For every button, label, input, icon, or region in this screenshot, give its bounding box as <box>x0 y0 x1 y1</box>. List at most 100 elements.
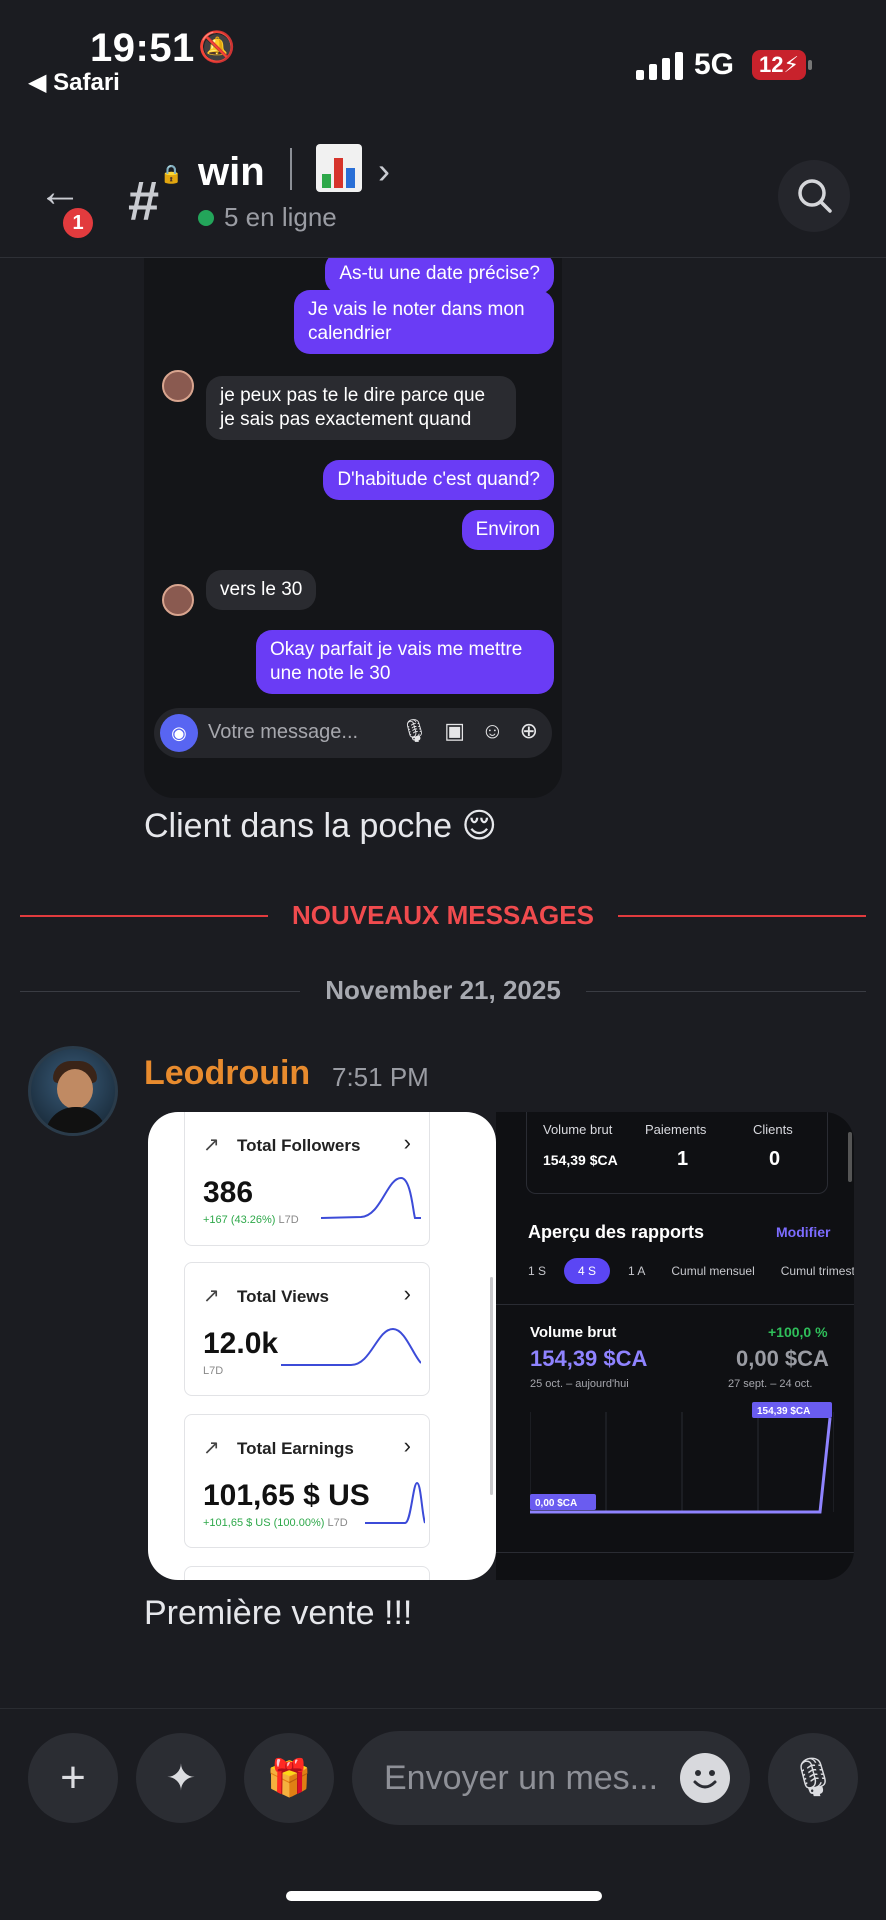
gift-icon: 🎁 <box>266 1757 312 1798</box>
gift-button[interactable]: 🎁 <box>244 1733 334 1823</box>
mic-icon: 🎙 <box>788 1757 838 1799</box>
chat-bubble: D'habitude c'est quand? <box>323 460 554 500</box>
stat-label: Paiements <box>645 1122 707 1137</box>
chart-label-end: 154,39 $CA <box>752 1402 832 1418</box>
delta-period: L7D <box>327 1517 348 1529</box>
volume-chart: 0,00 $CA 154,39 $CA <box>530 1402 834 1514</box>
svg-text:154,39 $CA: 154,39 $CA <box>757 1406 810 1417</box>
plus-icon: + <box>60 1753 86 1802</box>
chart-label-start: 0,00 $CA <box>530 1494 596 1510</box>
analytics-screenshot[interactable]: ↗ Total Followers › 386 +167 (43.26%) L7… <box>148 1112 496 1580</box>
search-button[interactable] <box>778 160 850 232</box>
composer-placeholder: Votre message... <box>208 721 359 743</box>
tab-cumul-trimestriel: Cumul trimestrie <box>780 1264 854 1278</box>
mic-icon: 🎙 <box>400 718 429 743</box>
earnings-card: ↗ Total Earnings › 101,65 $ US +101,65 $… <box>184 1414 430 1548</box>
period-previous: 27 sept. – 24 oct. <box>728 1378 813 1390</box>
title-separator <box>290 148 292 190</box>
metric-previous: 0,00 $CA <box>736 1346 829 1371</box>
private-channel-icon: # <box>128 169 160 232</box>
chevron-right-icon[interactable]: › <box>378 150 390 192</box>
chevron-right-icon: › <box>403 1433 411 1458</box>
next-card-edge <box>184 1566 430 1580</box>
followers-card: ↗ Total Followers › 386 +167 (43.26%) L7… <box>184 1112 430 1246</box>
divider-line <box>496 1304 854 1305</box>
stat-value: 0 <box>769 1148 781 1170</box>
metric-label: Volume brut <box>530 1324 617 1341</box>
emoji-button[interactable] <box>680 1753 730 1803</box>
chat-bubble: je peux pas te le dire parce que je sais… <box>206 376 516 440</box>
stat-value: 1 <box>677 1148 689 1170</box>
online-count: 5 en ligne <box>198 202 337 233</box>
message-text: Client dans la poche 😌 <box>144 807 497 845</box>
stats-summary: Volume brut 154,39 $CA Paiements 1 Clien… <box>526 1112 828 1194</box>
bell-muted-icon: 🔕 <box>198 31 236 64</box>
avatar-body <box>45 1107 107 1133</box>
card-value: 386 <box>203 1176 254 1209</box>
message-author[interactable]: Leodrouin <box>144 1054 310 1093</box>
chevron-right-icon: › <box>403 1281 411 1306</box>
avatar-face <box>57 1069 93 1109</box>
bar-chart-emoji-icon <box>316 144 362 192</box>
online-dot-icon <box>198 209 214 226</box>
home-indicator <box>286 1891 602 1901</box>
apps-icon: ✦ <box>165 1757 197 1798</box>
message-input[interactable]: Envoyer un mes... <box>352 1731 750 1825</box>
stat-label: Volume brut <box>543 1122 613 1137</box>
trending-up-icon: ↗ <box>203 1134 220 1156</box>
sparkline <box>321 1176 421 1219</box>
network-type: 5G <box>694 48 735 81</box>
composer-icons: 🎙 ▣ ☺ ⊕ <box>400 718 538 744</box>
metric-change: +100,0 % <box>768 1324 828 1340</box>
add-button[interactable]: + <box>28 1733 118 1823</box>
trending-up-icon: ↗ <box>203 1437 220 1459</box>
period-tabs: 1 S 4 S 1 A Cumul mensuel Cumul trimestr… <box>520 1258 854 1284</box>
payments-screenshot[interactable]: Volume brut 154,39 $CA Paiements 1 Clien… <box>496 1112 854 1580</box>
voice-button[interactable]: 🎙 <box>768 1733 858 1823</box>
trending-up-icon: ↗ <box>203 1285 220 1307</box>
image-icon: ▣ <box>444 718 466 743</box>
stat-value: 154,39 $CA <box>543 1152 618 1168</box>
date-divider: November 21, 2025 <box>20 975 866 1007</box>
chat-composer: ◉ Votre message... 🎙 ▣ ☺ ⊕ <box>154 708 552 758</box>
tab-4s: 4 S <box>564 1258 611 1284</box>
chat-bubble: vers le 30 <box>206 570 317 610</box>
avatar[interactable] <box>28 1046 118 1136</box>
back-to-safari-link[interactable]: ◀ Safari <box>28 68 120 97</box>
stat-label: Clients <box>753 1122 793 1137</box>
edit-link: Modifier <box>776 1224 831 1240</box>
new-messages-label: NOUVEAUX MESSAGES <box>292 900 594 930</box>
card-period: L7D <box>203 1365 224 1377</box>
card-delta: +167 (43.26%) L7D <box>203 1214 299 1226</box>
battery-tip <box>808 60 812 70</box>
sticker-icon: ☺ <box>481 718 504 743</box>
card-value: 101,65 $ US <box>203 1479 370 1512</box>
attached-chat-screenshot[interactable]: As-tu une date précise? Je vais le noter… <box>144 258 562 798</box>
message-timestamp: 7:51 PM <box>332 1062 429 1092</box>
signal-icon <box>636 52 683 80</box>
sparkline <box>281 1327 421 1366</box>
battery-level: 12 <box>759 52 784 77</box>
contact-avatar <box>162 370 194 402</box>
divider-line <box>496 1552 854 1553</box>
chevron-right-icon: › <box>403 1130 411 1155</box>
channel-name[interactable]: win <box>198 150 265 195</box>
scrollbar <box>848 1132 852 1182</box>
online-text: 5 en ligne <box>224 202 337 232</box>
delta-value: +167 (43.26%) <box>203 1214 276 1226</box>
tab-cumul-mensuel: Cumul mensuel <box>671 1264 755 1278</box>
chat-bubble: As-tu une date précise? <box>325 258 554 294</box>
delta-value: +101,65 $ US (100.00%) <box>203 1517 325 1529</box>
apps-button[interactable]: ✦ <box>136 1733 226 1823</box>
svg-text:0,00 $CA: 0,00 $CA <box>535 1498 577 1509</box>
message-text: Première vente !!! <box>144 1594 413 1632</box>
card-delta: +101,65 $ US (100.00%) L7D <box>203 1517 348 1529</box>
delta-period: L7D <box>278 1214 299 1226</box>
card-title: Total Followers <box>237 1136 361 1155</box>
period-current: 25 oct. – aujourd'hui <box>530 1378 629 1390</box>
channel-header: ← 1 # 🔒 win › 5 en ligne <box>0 120 886 258</box>
camera-icon: ◉ <box>160 714 198 752</box>
tab-1a: 1 A <box>628 1264 646 1278</box>
chat-bubble: Je vais le noter dans mon calendrier <box>294 290 554 354</box>
new-messages-divider: NOUVEAUX MESSAGES <box>20 900 866 930</box>
